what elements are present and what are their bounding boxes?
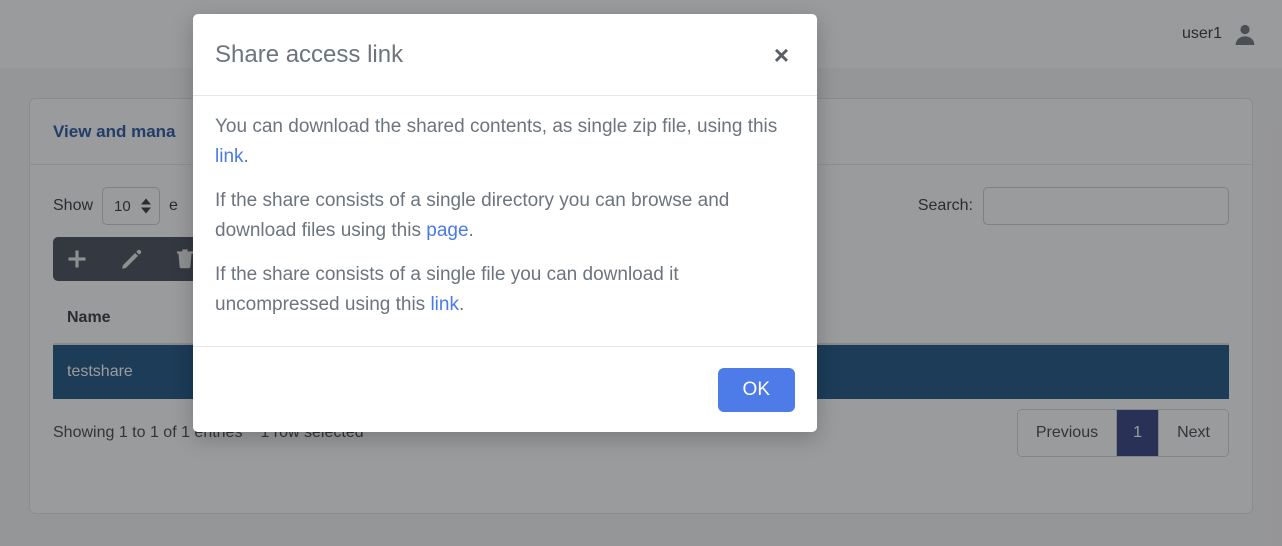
uncompressed-download-link[interactable]: link — [430, 294, 459, 315]
modal-paragraph-3: If the share consists of a single file y… — [215, 260, 795, 320]
modal-header: Share access link × — [193, 14, 817, 96]
browse-page-link[interactable]: page — [426, 220, 468, 241]
paragraph-2-text-after: . — [469, 220, 474, 241]
modal-paragraph-2: If the share consists of a single direct… — [215, 186, 795, 246]
share-access-link-modal: Share access link × You can download the… — [193, 14, 817, 432]
modal-body: You can download the shared contents, as… — [193, 96, 817, 346]
modal-paragraph-1: You can download the shared contents, as… — [215, 112, 795, 172]
ok-button[interactable]: OK — [718, 368, 795, 412]
paragraph-1-text-before: You can download the shared contents, as… — [215, 116, 777, 137]
close-icon[interactable]: × — [768, 38, 795, 72]
modal-title: Share access link — [215, 41, 403, 69]
modal-footer: OK — [193, 346, 817, 432]
paragraph-3-text-after: . — [459, 294, 464, 315]
zip-download-link[interactable]: link — [215, 146, 244, 167]
paragraph-1-text-after: . — [244, 146, 249, 167]
